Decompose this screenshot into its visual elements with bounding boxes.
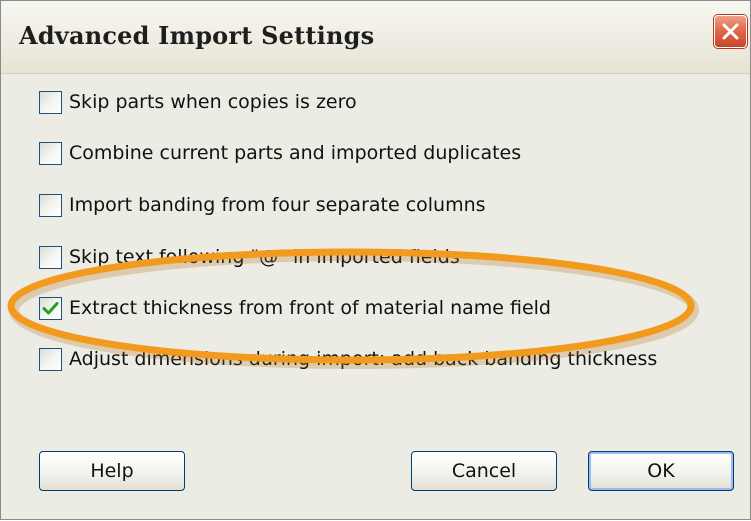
close-button[interactable]: [714, 15, 747, 48]
option-label: Skip parts when copies is zero: [69, 91, 357, 113]
cancel-button[interactable]: Cancel: [411, 451, 557, 491]
dialog-content: Skip parts when copies is zero Combine c…: [1, 74, 750, 519]
dialog-title: Advanced Import Settings: [19, 21, 375, 50]
option-label: Adjust dimensions during import: add bac…: [69, 348, 658, 370]
checkbox[interactable]: [39, 194, 62, 217]
checkbox[interactable]: [39, 91, 62, 114]
checkbox-checked[interactable]: [39, 297, 62, 320]
option-label: Import banding from four separate column…: [69, 194, 486, 216]
help-button[interactable]: Help: [39, 451, 185, 491]
option-label: Extract thickness from front of material…: [69, 297, 551, 319]
option-label: Skip text following "@" in imported fiel…: [69, 246, 460, 268]
close-icon: [722, 23, 739, 40]
ok-button[interactable]: OK: [588, 451, 734, 491]
checkbox[interactable]: [39, 246, 62, 269]
checkbox[interactable]: [39, 142, 62, 165]
checkbox[interactable]: [39, 348, 62, 371]
checkmark-icon: [42, 302, 59, 315]
title-bar[interactable]: Advanced Import Settings: [1, 1, 750, 74]
option-label: Combine current parts and imported dupli…: [69, 142, 522, 164]
advanced-import-settings-dialog: Advanced Import Settings Skip parts when…: [0, 0, 751, 520]
